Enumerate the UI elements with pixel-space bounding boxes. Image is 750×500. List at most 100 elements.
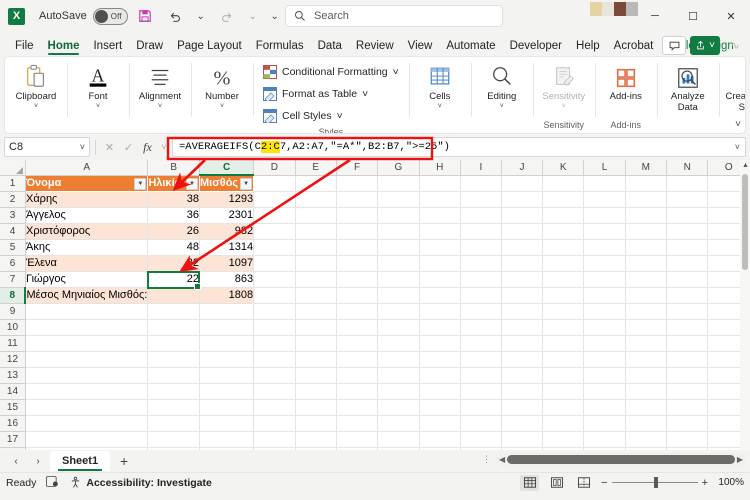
cell-D5[interactable] — [253, 239, 296, 256]
alignment-button[interactable]: Alignment ˅ — [133, 60, 187, 112]
column-header-D[interactable]: D — [253, 160, 296, 176]
cell-A17[interactable] — [25, 431, 149, 448]
cell-M1[interactable] — [625, 175, 668, 192]
cell-N14[interactable] — [666, 383, 709, 400]
name-box[interactable]: C8 ˅ — [4, 137, 90, 157]
cell-N10[interactable] — [666, 319, 709, 336]
row-header-16[interactable]: 16 — [0, 415, 26, 432]
cell-F3[interactable] — [336, 207, 379, 224]
cell-L11[interactable] — [583, 335, 626, 352]
cell-C5[interactable]: 1314 — [199, 239, 255, 256]
row-header-7[interactable]: 7 — [0, 271, 26, 288]
cell-D13[interactable] — [253, 367, 296, 384]
cell-I10[interactable] — [460, 319, 502, 336]
zoom-slider[interactable]: − + — [601, 477, 708, 489]
tab-formulas[interactable]: Formulas — [249, 38, 311, 56]
cell-J7[interactable] — [501, 271, 544, 288]
cell-L3[interactable] — [583, 207, 626, 224]
cell-F6[interactable] — [336, 255, 379, 272]
cell-M16[interactable] — [625, 415, 668, 432]
cell-E3[interactable] — [295, 207, 337, 224]
cell-D2[interactable] — [253, 191, 296, 208]
cell-D17[interactable] — [253, 431, 296, 448]
cell-B17[interactable] — [147, 431, 201, 448]
column-header-K[interactable]: K — [542, 160, 585, 176]
cell-F7[interactable] — [336, 271, 379, 288]
cell-G10[interactable] — [377, 319, 420, 336]
cell-H8[interactable] — [419, 287, 461, 304]
cell-D15[interactable] — [253, 399, 296, 416]
cell-H3[interactable] — [419, 207, 461, 224]
cell-N15[interactable] — [666, 399, 709, 416]
search-input[interactable]: Search — [285, 5, 503, 27]
cell-K3[interactable] — [542, 207, 585, 224]
cell-K5[interactable] — [542, 239, 585, 256]
cell-F1[interactable] — [336, 175, 379, 192]
cell-B16[interactable] — [147, 415, 201, 432]
horizontal-scrollbar[interactable]: ◀ ▶ — [496, 452, 746, 467]
spreadsheet-grid[interactable]: A B C D E F G H I J K L M N O 1 Όνομα ▼ Η… — [0, 160, 750, 450]
cell-styles-button[interactable]: Cell Styles ˅ — [257, 105, 349, 127]
undo-icon[interactable] — [162, 3, 188, 29]
normal-view-icon[interactable] — [520, 474, 540, 491]
cell-C3[interactable]: 2301 — [199, 207, 255, 224]
cell-K7[interactable] — [542, 271, 585, 288]
column-header-G[interactable]: G — [377, 160, 420, 176]
cell-I2[interactable] — [460, 191, 502, 208]
tab-view[interactable]: View — [401, 38, 440, 56]
conditional-formatting-button[interactable]: Conditional Formatting ˅ — [257, 61, 405, 83]
cell-F8[interactable] — [336, 287, 379, 304]
cell-M5[interactable] — [625, 239, 668, 256]
cell-F14[interactable] — [336, 383, 379, 400]
tab-developer[interactable]: Developer — [503, 38, 569, 56]
cell-J8[interactable] — [501, 287, 544, 304]
cell-J17[interactable] — [501, 431, 544, 448]
redo-chevron-down-icon[interactable]: ⌄ — [244, 3, 262, 29]
cell-N13[interactable] — [666, 367, 709, 384]
cell-H5[interactable] — [419, 239, 461, 256]
cell-A7[interactable]: Γιώργος — [25, 271, 149, 288]
cell-A9[interactable] — [25, 303, 149, 320]
cell-F9[interactable] — [336, 303, 379, 320]
cell-M17[interactable] — [625, 431, 668, 448]
cell-N2[interactable] — [666, 191, 709, 208]
tab-review[interactable]: Review — [349, 38, 401, 56]
cell-D14[interactable] — [253, 383, 296, 400]
tab-draw[interactable]: Draw — [129, 38, 170, 56]
cell-H13[interactable] — [419, 367, 461, 384]
cell-F2[interactable] — [336, 191, 379, 208]
cell-K11[interactable] — [542, 335, 585, 352]
cell-E10[interactable] — [295, 319, 337, 336]
cell-F13[interactable] — [336, 367, 379, 384]
cell-E7[interactable] — [295, 271, 337, 288]
cell-H14[interactable] — [419, 383, 461, 400]
cell-G2[interactable] — [377, 191, 420, 208]
row-header-15[interactable]: 15 — [0, 399, 26, 416]
cell-B2[interactable]: 38 — [147, 191, 201, 208]
cell-L17[interactable] — [583, 431, 626, 448]
cell-H7[interactable] — [419, 271, 461, 288]
cell-M13[interactable] — [625, 367, 668, 384]
cell-A10[interactable] — [25, 319, 149, 336]
undo-chevron-down-icon[interactable]: ⌄ — [192, 3, 210, 29]
cell-A14[interactable] — [25, 383, 149, 400]
cell-E12[interactable] — [295, 351, 337, 368]
scroll-right-arrow-icon[interactable]: ▶ — [737, 455, 743, 464]
cell-I6[interactable] — [460, 255, 502, 272]
format-as-table-button[interactable]: Format as Table ˅ — [257, 83, 374, 105]
cell-I4[interactable] — [460, 223, 502, 240]
cancel-edit-icon[interactable]: ✕ — [101, 141, 118, 154]
font-button[interactable]: A Font ˅ — [71, 60, 125, 112]
vertical-scrollbar-thumb[interactable] — [742, 174, 748, 270]
row-header-17[interactable]: 17 — [0, 431, 26, 448]
cell-D7[interactable] — [253, 271, 296, 288]
ribbon-collapse-chevron-icon[interactable]: ˅ — [735, 119, 741, 130]
cell-B6[interactable]: 32 — [147, 255, 201, 272]
cell-L8[interactable] — [583, 287, 626, 304]
cell-B5[interactable]: 48 — [147, 239, 201, 256]
cell-I5[interactable] — [460, 239, 502, 256]
cell-N12[interactable] — [666, 351, 709, 368]
cell-I15[interactable] — [460, 399, 502, 416]
cell-H12[interactable] — [419, 351, 461, 368]
zoom-in-button[interactable]: + — [702, 477, 708, 489]
